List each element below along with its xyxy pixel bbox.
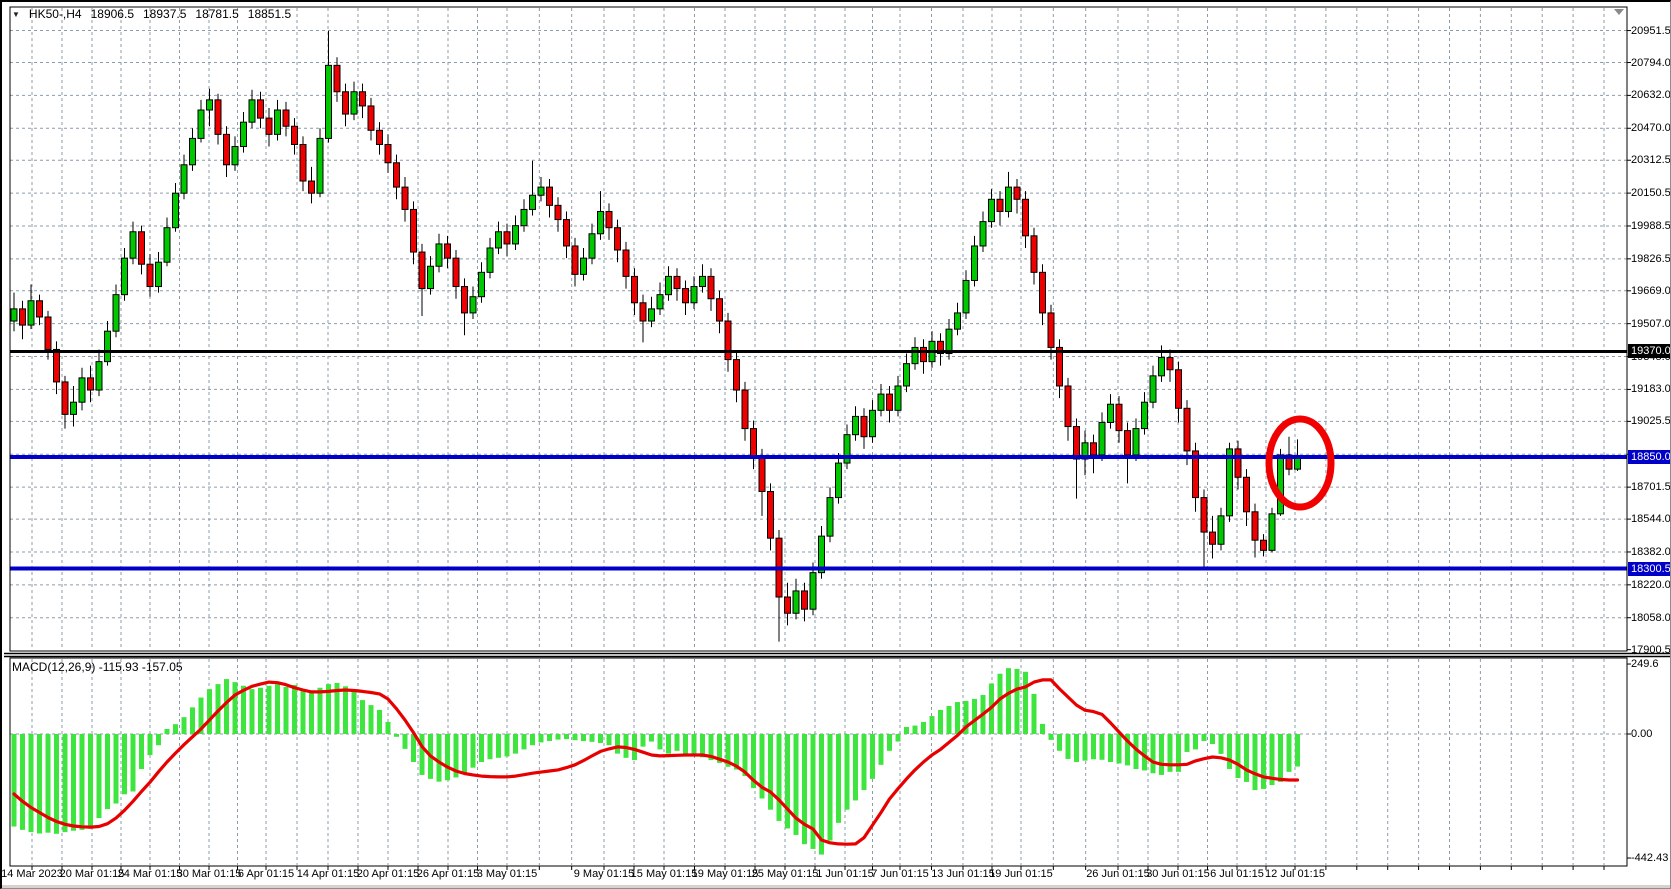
time-tick-label: 26 Jun 01:15 — [1086, 868, 1150, 880]
price-badge-blue-level-2: 18300.5 — [1628, 561, 1670, 576]
chart-shift-marker-icon[interactable] — [1614, 9, 1624, 15]
price-tick-label: 19826.5 — [1631, 252, 1671, 265]
macd-indicator-label: MACD(12,26,9) -115.93 -157.05 — [12, 660, 183, 674]
price-tick-label: 18544.0 — [1631, 513, 1671, 526]
time-tick-label: 6 Jul 01:15 — [1210, 868, 1264, 880]
time-tick-label: 20 Apr 01:15 — [356, 868, 420, 880]
ohlc-close: 18851.5 — [247, 7, 292, 21]
time-tick-label: 19 Jun 01:15 — [989, 868, 1053, 880]
price-tick-label: 19183.0 — [1631, 383, 1671, 396]
macd-tick-label: -442.43 — [1631, 852, 1669, 865]
time-tick-label: 9 May 01:15 — [573, 868, 635, 880]
price-tick-label: 18058.0 — [1631, 611, 1671, 624]
price-tick-label: 19507.0 — [1631, 317, 1671, 330]
price-tick-label: 20794.0 — [1631, 56, 1671, 69]
time-tick-label: 30 Mar 01:15 — [176, 868, 242, 880]
price-tick-label: 17900.5 — [1631, 643, 1671, 656]
price-tick-label: 19988.5 — [1631, 219, 1671, 232]
time-tick-label: 24 Mar 01:15 — [117, 868, 183, 880]
bottom-status-strip — [2, 885, 1670, 888]
time-tick-label: 15 May 01:15 — [630, 868, 698, 880]
time-tick-label: 3 May 01:15 — [476, 868, 538, 880]
price-tick-label: 20951.5 — [1631, 24, 1671, 37]
time-tick-label: 19 May 01:15 — [691, 868, 759, 880]
price-tick-label: 20312.5 — [1631, 154, 1671, 167]
time-tick-label: 14 Apr 01:15 — [296, 868, 360, 880]
time-tick-label: 6 Apr 01:15 — [237, 868, 295, 880]
chart-canvas[interactable] — [2, 2, 1671, 889]
chart-window: ▼ HK50-,H4 18906.5 18937.5 18781.5 18851… — [0, 0, 1671, 889]
price-tick-label: 19669.0 — [1631, 284, 1671, 297]
symbol-dropdown-icon[interactable]: ▼ — [12, 10, 20, 19]
price-tick-label: 18220.0 — [1631, 578, 1671, 591]
gridlines — [10, 8, 1627, 865]
macd-tick-label: 0.00 — [1631, 728, 1653, 740]
time-tick-label: 13 Jun 01:15 — [931, 868, 995, 880]
macd-histogram — [11, 668, 1300, 855]
time-tick-label: 25 May 01:15 — [751, 868, 819, 880]
price-tick-label: 20470.0 — [1631, 122, 1671, 135]
price-tick-label: 18701.5 — [1631, 481, 1671, 494]
price-tick-label: 18382.0 — [1631, 545, 1671, 558]
time-tick-label: 1 Jun 01:15 — [816, 868, 874, 880]
symbol-name: HK50-,H4 — [28, 7, 82, 21]
ohlc-open: 18906.5 — [90, 7, 134, 21]
time-tick-label: 26 Apr 01:15 — [416, 868, 480, 880]
ohlc-low: 18781.5 — [195, 7, 239, 21]
time-tick-label: 14 Mar 2023 — [1, 868, 63, 880]
time-tick-label: 30 Jun 01:15 — [1146, 868, 1210, 880]
symbol-info: ▼ HK50-,H4 18906.5 18937.5 18781.5 18851… — [12, 7, 291, 21]
time-tick-label: 12 Jul 01:15 — [1265, 868, 1325, 880]
time-tick-label: 7 Jun 01:15 — [871, 868, 929, 880]
price-tick-label: 20632.0 — [1631, 89, 1671, 102]
price-tick-label: 19025.5 — [1631, 415, 1671, 428]
time-tick-label: 20 Mar 01:15 — [59, 868, 125, 880]
candlestick-series — [10, 30, 1301, 642]
macd-signal-line — [12, 678, 1300, 846]
price-tick-label: 20150.5 — [1631, 187, 1671, 200]
macd-tick-label: 249.6 — [1631, 658, 1659, 671]
price-badge-black-level: 19370.0 — [1628, 344, 1670, 359]
ohlc-high: 18937.5 — [143, 7, 187, 21]
price-badge-blue-level-1: 18850.0 — [1628, 450, 1670, 464]
